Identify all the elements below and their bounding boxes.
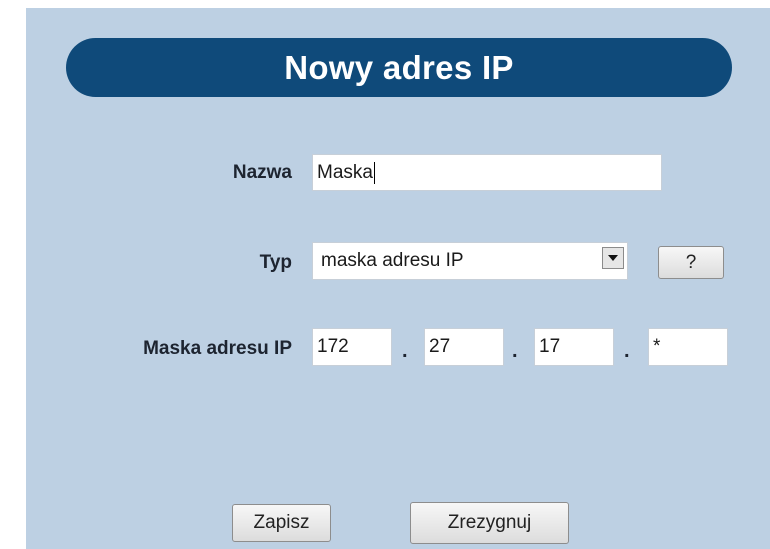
name-label: Nazwa [232,162,292,183]
mask-octet-2-input[interactable]: 27 [424,328,504,366]
type-label: Typ [259,252,292,273]
cancel-button[interactable]: Zrezygnuj [410,502,569,544]
octet-separator: . [512,340,518,362]
dropdown-button[interactable] [602,247,624,269]
name-input[interactable]: Maska [312,154,662,191]
type-select-value: maska adresu IP [321,250,464,271]
mask-octet-1-input[interactable]: 172 [312,328,392,366]
save-button[interactable]: Zapisz [232,504,331,542]
mask-octet-4-input[interactable]: * [648,328,728,366]
mask-label: Maska adresu IP [143,338,292,359]
octet-separator: . [402,340,408,362]
header-bar: Nowy adres IP [66,38,732,97]
type-select[interactable]: maska adresu IP [312,242,628,280]
dialog-panel: Nowy adres IP Nazwa Maska Typ maska adre… [26,8,770,549]
chevron-down-icon [608,255,618,261]
text-cursor [373,161,376,184]
help-button[interactable]: ? [658,246,724,279]
name-input-value: Maska [317,161,373,183]
mask-octet-3-input[interactable]: 17 [534,328,614,366]
octet-separator: . [624,340,630,362]
page-title: Nowy adres IP [284,48,514,86]
